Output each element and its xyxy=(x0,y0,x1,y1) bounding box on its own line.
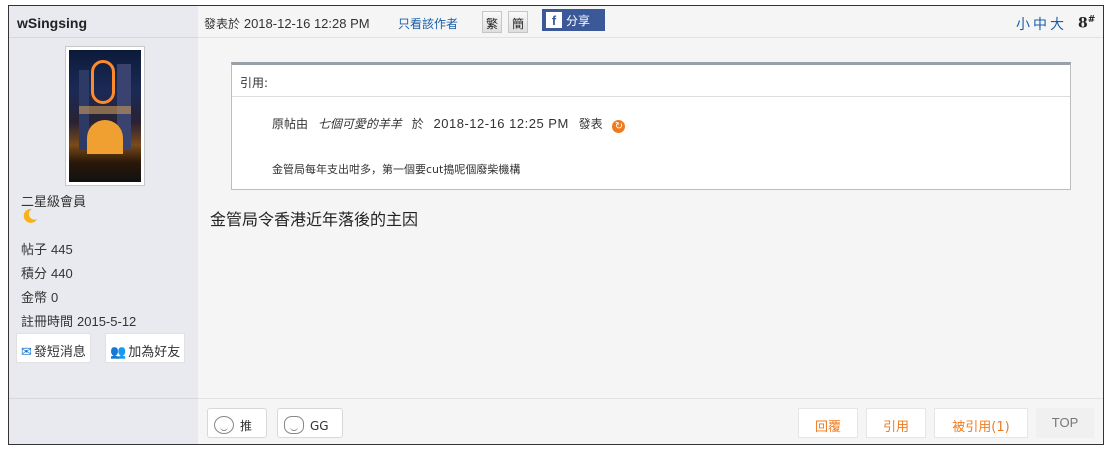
quote-content: 金管局每年支出咁多，第一個要cut搗呢個廢柴機構 xyxy=(272,163,521,176)
reply-button[interactable]: 回覆 xyxy=(798,408,858,438)
quote-title: 引用: xyxy=(232,65,1070,97)
post-container: wSingsing 二星級會員 帖子 445 積分 440 金幣 0 註冊時間 2015… xyxy=(8,5,1104,445)
quote-button[interactable]: 引用 xyxy=(866,408,926,438)
simplified-button[interactable]: 簡 xyxy=(508,11,528,33)
avatar[interactable] xyxy=(65,46,145,186)
facebook-icon: f xyxy=(546,12,562,28)
author-panel-footer xyxy=(9,398,198,444)
gg-button[interactable]: GG xyxy=(277,408,343,438)
traditional-button[interactable]: 繁 xyxy=(482,11,502,33)
push-button[interactable]: 推 xyxy=(207,408,267,438)
floor-number[interactable]: 8# xyxy=(1078,15,1095,32)
user-stats: 帖子 445 積分 440 金幣 0 註冊時間 2015-5-12 xyxy=(21,238,136,334)
go-to-post-icon[interactable]: ↻ xyxy=(612,120,626,133)
smile-icon xyxy=(214,416,234,434)
top-button[interactable]: TOP xyxy=(1036,408,1094,438)
stat-register-date: 註冊時間 2015-5-12 xyxy=(21,314,137,330)
post-time: 發表於 2018-12-16 12:28 PM xyxy=(204,16,370,31)
avatar-image xyxy=(69,50,141,182)
moon-icon xyxy=(23,208,37,223)
stat-points: 積分 440 xyxy=(21,266,73,282)
font-size-selector[interactable]: 小中大 xyxy=(1016,14,1067,34)
add-friend-button[interactable]: 👥 加為好友 xyxy=(105,333,186,363)
post-actions: 推 GG 回覆 引用 被引用(1) TOP xyxy=(198,398,1103,444)
stat-posts: 帖子 445 xyxy=(21,242,73,258)
facebook-share-button[interactable]: f 分享 xyxy=(542,9,605,31)
post-header: 發表於 2018-12-16 12:28 PM 只看該作者 繁 簡 f 分享 小中… xyxy=(198,6,1103,38)
quote-author[interactable]: 七個可愛的羊羊 xyxy=(318,117,402,131)
stat-coins: 金幣 0 xyxy=(21,290,59,306)
users-icon: 👥 xyxy=(110,345,127,360)
author-name[interactable]: wSingsing xyxy=(9,6,198,38)
only-author-link[interactable]: 只看該作者 xyxy=(398,15,458,32)
quote-source: 原帖由 七個可愛的羊羊 於 2018-12-16 12:25 PM 發表 ↻ xyxy=(272,115,626,133)
quote-time: 2018-12-16 12:25 PM xyxy=(433,116,569,131)
author-panel: wSingsing 二星級會員 帖子 445 積分 440 金幣 0 註冊時間 2015… xyxy=(9,6,198,444)
send-message-button[interactable]: ✉ 發短消息 xyxy=(16,333,91,363)
quote-block: 引用: 原帖由 七個可愛的羊羊 於 2018-12-16 12:25 PM 發表… xyxy=(231,62,1071,190)
post-content-panel: 發表於 2018-12-16 12:28 PM 只看該作者 繁 簡 f 分享 小中… xyxy=(198,6,1103,444)
post-body: 金管局令香港近年落後的主因 xyxy=(210,210,419,229)
quoted-by-button[interactable]: 被引用(1) xyxy=(934,408,1028,438)
envelope-icon: ✉ xyxy=(21,345,32,360)
pig-icon xyxy=(284,416,304,434)
